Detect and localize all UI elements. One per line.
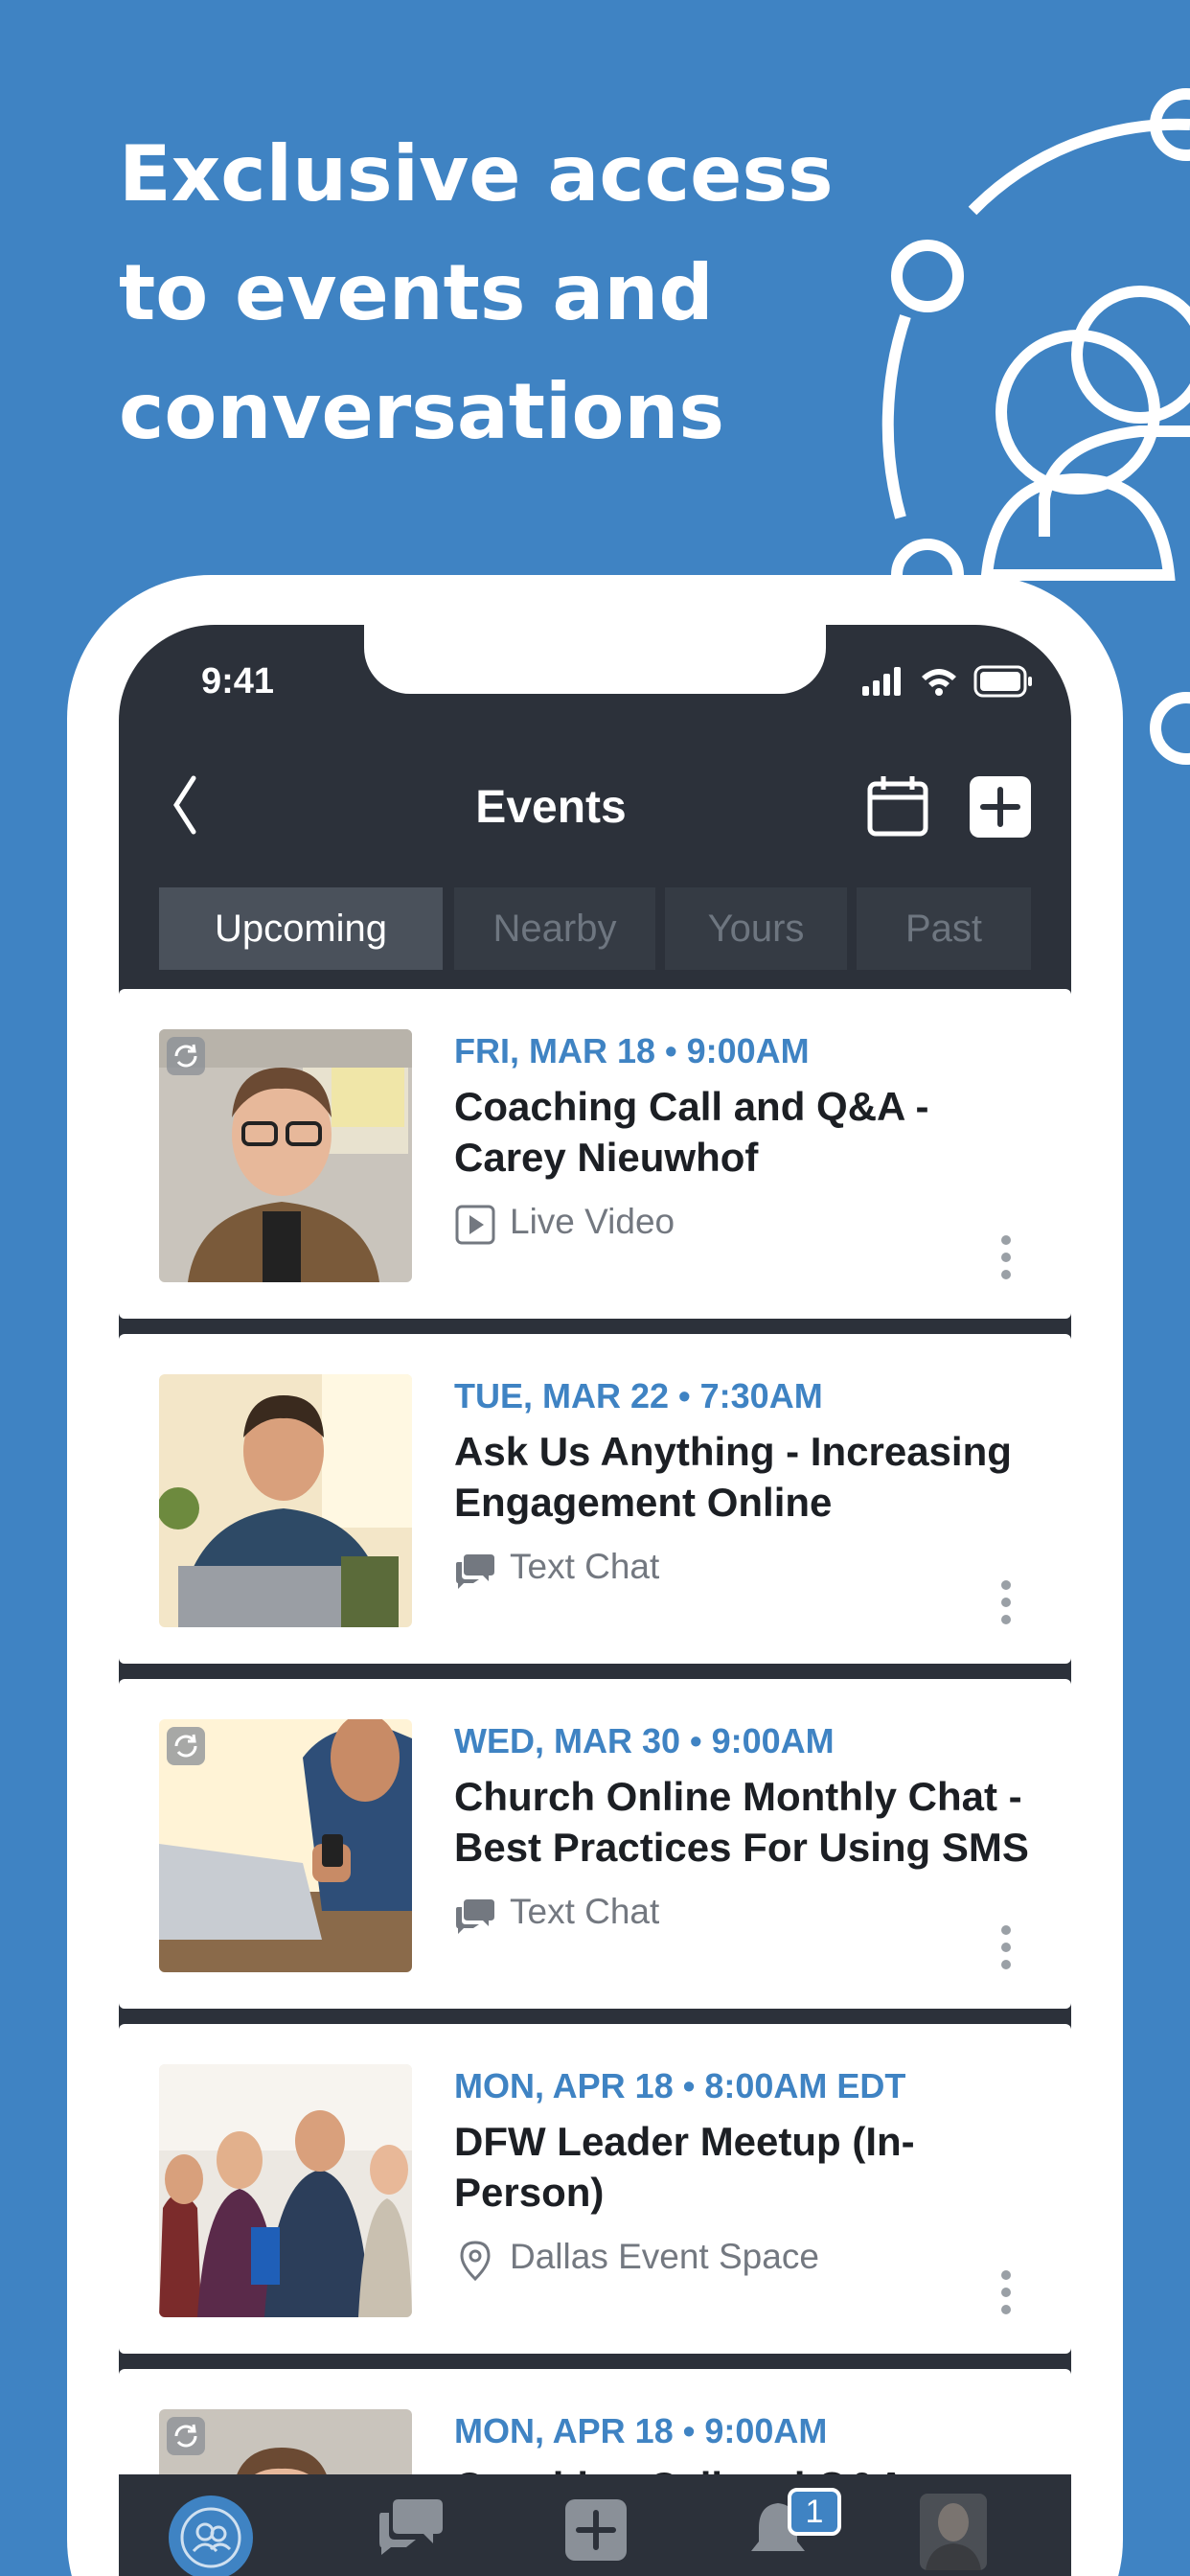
chat-icon[interactable] [378,2496,445,2557]
location-pin-icon [460,2241,491,2281]
tab-yours[interactable]: Yours [665,887,847,970]
community-icon[interactable] [167,2494,255,2576]
event-card[interactable]: WED, MAR 30 • 9:00AM Church Online Month… [119,1679,1071,2009]
notification-badge: 1 [788,2488,841,2536]
chat-icon [456,1899,494,1934]
chat-icon [456,1554,494,1589]
tab-upcoming[interactable]: Upcoming [159,887,443,970]
more-options-icon[interactable] [998,1924,1014,1970]
event-date: MON, APR 18 • 8:00AM EDT [454,2066,906,2105]
phone-frame-top [364,575,826,625]
more-options-icon[interactable] [998,1234,1014,1280]
event-date: TUE, MAR 22 • 7:30AM [454,1376,823,1415]
profile-avatar[interactable] [920,2494,987,2570]
play-icon [455,1205,495,1245]
event-date: FRI, MAR 18 • 9:00AM [454,1031,810,1070]
event-type: Text Chat [510,1892,660,1931]
event-thumbnail [159,2064,412,2317]
divider [119,2009,1071,2024]
event-title: Ask Us Anything - Increasing Engagement … [454,1429,1012,1525]
more-options-icon[interactable] [998,2269,1014,2315]
recurring-icon [167,1037,205,1075]
tab-nearby[interactable]: Nearby [454,887,655,970]
event-title: Coaching Call and Q&A [454,2461,1048,2474]
page-title: Events [475,782,627,833]
event-title: Coaching Call and Q&A - Carey Nieuwhof [454,1084,929,1180]
event-card[interactable]: MON, APR 18 • 8:00AM EDT DFW Leader Meet… [119,2024,1071,2354]
recurring-icon [167,1727,205,1765]
more-options-icon[interactable] [998,1579,1014,1625]
recurring-icon [167,2417,205,2455]
event-card[interactable]: TUE, MAR 22 • 7:30AM Ask Us Anything - I… [119,1334,1071,1664]
event-list: FRI, MAR 18 • 9:00AM Coaching Call and Q… [119,989,1071,2474]
add-icon[interactable] [565,2499,627,2561]
event-title: DFW Leader Meetup (In-Person) [454,2119,915,2215]
event-thumbnail [159,1374,412,1627]
event-date: WED, MAR 30 • 9:00AM [454,1721,835,1760]
event-card[interactable]: MON, APR 18 • 9:00AM Coaching Call and Q… [119,2369,1071,2474]
event-title: Church Online Monthly Chat - Best Practi… [454,1774,1029,1870]
event-type: Live Video [510,1202,675,1241]
calendar-icon[interactable] [866,774,929,838]
event-type: Text Chat [510,1547,660,1586]
tab-past[interactable]: Past [857,887,1031,970]
divider [119,1664,1071,1679]
back-chevron-icon[interactable] [171,774,199,836]
event-tabs: Upcoming Nearby Yours Past [119,872,1071,985]
add-event-button[interactable] [970,776,1031,838]
divider [119,1319,1071,1334]
event-location: Dallas Event Space [510,2237,819,2276]
divider [119,2354,1071,2369]
bottom-tab-bar [119,2476,1071,2576]
status-time: 9:41 [201,661,275,702]
event-card[interactable]: FRI, MAR 18 • 9:00AM Coaching Call and Q… [119,989,1071,1319]
event-date: MON, APR 18 • 9:00AM [454,2411,828,2450]
status-icons [862,665,1032,698]
phone-notch [364,625,826,694]
